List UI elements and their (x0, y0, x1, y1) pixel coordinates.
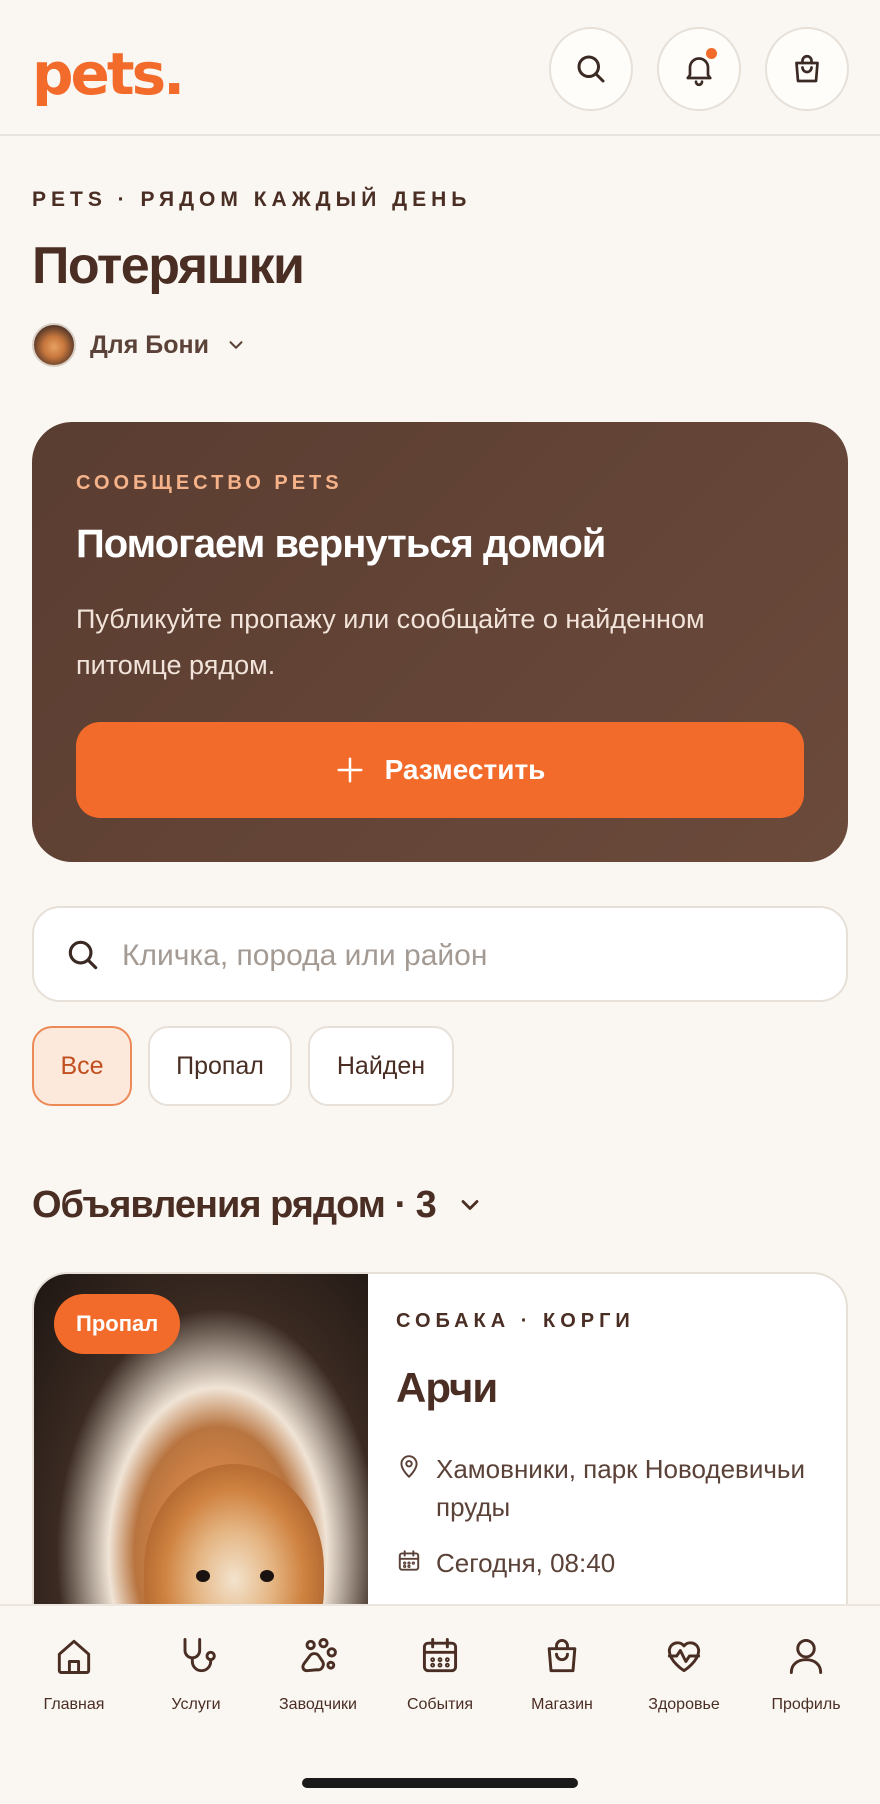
cart-button[interactable] (765, 27, 849, 111)
heart-pulse-icon (667, 1641, 701, 1673)
nav-item-shop[interactable]: Магазин (502, 1634, 622, 1734)
notification-dot (706, 48, 717, 59)
nav-label-services: Услуги (171, 1696, 221, 1713)
page-eyebrow: PETS · РЯДОМ КАЖДЫЙ ДЕНЬ (32, 188, 472, 211)
listings-heading-label: Объявления рядом · 3 (32, 1183, 437, 1226)
search-icon (68, 940, 98, 970)
nav-label-home: Главная (43, 1696, 105, 1713)
location-pin-icon (400, 1455, 418, 1478)
listing-pet-name: Арчи (396, 1364, 498, 1411)
nav-item-breeders[interactable]: Заводчики (258, 1634, 378, 1734)
calendar-icon (398, 1550, 420, 1571)
nav-item-events[interactable]: События (380, 1634, 500, 1734)
nav-label-events: События (406, 1696, 474, 1713)
app-header: pets. (0, 0, 880, 136)
nav-label-profile: Профиль (771, 1696, 841, 1713)
chevron-down-icon (461, 1200, 479, 1210)
stethoscope-icon (183, 1638, 216, 1673)
hero-eyebrow: СООБЩЕСТВО PETS (76, 472, 343, 494)
home-icon (57, 1639, 91, 1674)
nav-item-health[interactable]: Здоровье (624, 1634, 744, 1734)
bottom-navigation: Главная Услуги Заводчики События Магазин… (0, 1604, 880, 1804)
listing-time: Сегодня, 08:40 (396, 1544, 836, 1582)
search-bar[interactable] (32, 906, 848, 1002)
post-listing-label: Разместить (384, 754, 546, 785)
filter-chip-all[interactable]: Все (32, 1026, 132, 1106)
nav-item-services[interactable]: Услуги (136, 1634, 256, 1734)
dog-eye (196, 1570, 210, 1582)
filter-chip-found[interactable]: Найден (308, 1026, 454, 1106)
status-badge: Пропал (54, 1294, 181, 1354)
page-title: Потеряшки (32, 237, 305, 295)
notifications-button[interactable] (657, 27, 741, 111)
hero-title: Помогаем вернуться домой (76, 522, 606, 566)
hero-description: Публикуйте пропажу или сообщайте о найде… (76, 604, 705, 680)
search-button[interactable] (549, 27, 633, 111)
shopping-bag-icon (795, 54, 819, 83)
listing-breed: СОБАКА · КОРГИ (396, 1310, 635, 1332)
search-icon (577, 55, 605, 83)
nav-label-breeders: Заводчики (279, 1696, 357, 1713)
listings-heading[interactable]: Объявления рядом · 3 (32, 1180, 484, 1230)
pets-logo[interactable]: pets. (32, 40, 185, 108)
user-icon (789, 1638, 823, 1674)
calendar-icon (422, 1638, 458, 1673)
search-input[interactable] (122, 930, 522, 982)
dog-eye (260, 1570, 274, 1582)
nav-item-home[interactable]: Главная (14, 1634, 134, 1734)
listing-location: Хамовники, парк Новодевичьи пруды (396, 1450, 836, 1526)
filter-chip-lost[interactable]: Пропал (148, 1026, 292, 1106)
paw-icon (301, 1638, 337, 1673)
community-hero-card: СООБЩЕСТВО PETS Помогаем вернуться домой… (32, 422, 848, 862)
home-indicator[interactable] (302, 1778, 578, 1788)
shopping-bag-icon (547, 1639, 577, 1673)
nav-item-profile[interactable]: Профиль (746, 1634, 866, 1734)
pet-selector-label: Для Бони (90, 330, 209, 359)
pet-avatar (32, 323, 76, 367)
listing-time-text: Сегодня, 08:40 (436, 1548, 616, 1578)
listing-location-text: Хамовники, парк Новодевичьи пруды (436, 1454, 806, 1522)
plus-icon (337, 757, 363, 783)
chevron-down-icon (229, 341, 243, 349)
nav-label-shop: Магазин (531, 1696, 593, 1713)
post-listing-button[interactable]: Разместить (76, 722, 804, 818)
pet-selector[interactable]: Для Бони (32, 323, 247, 367)
nav-label-health: Здоровье (648, 1696, 720, 1713)
